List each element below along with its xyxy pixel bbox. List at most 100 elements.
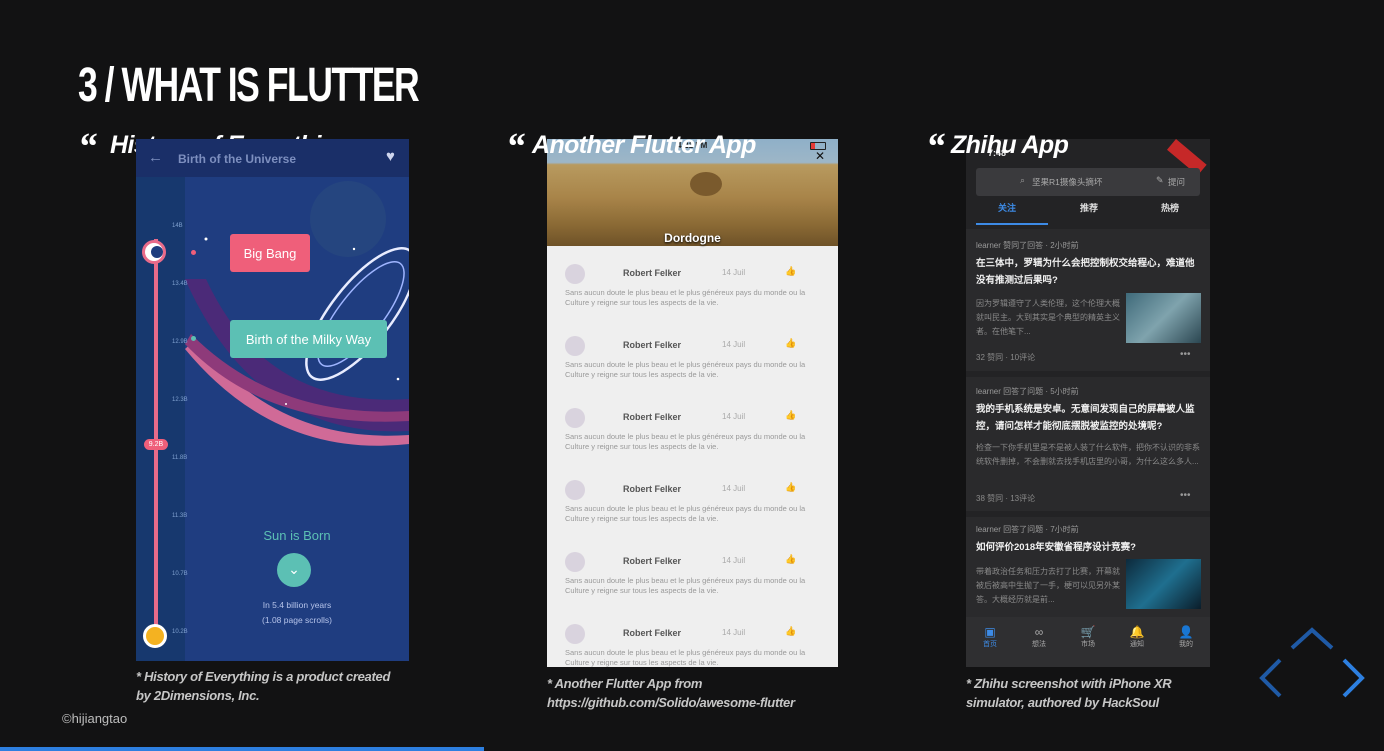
quote-mark-icon: “ <box>926 126 945 168</box>
card-stats: 32 赞同 · 10评论 <box>976 353 1036 362</box>
nav-ideas[interactable]: ∞ 想法 <box>1019 625 1059 649</box>
card-summary: 因为罗辑遵守了人类伦理，这个伦理大概就叫民主。大到其实是个典型的精英主义者。在他… <box>976 299 1120 336</box>
chevron-left-icon[interactable] <box>1259 658 1282 698</box>
card-thumbnail <box>1126 559 1201 609</box>
card-meta: learner 回答了问题 · 5小时前 <box>976 387 1079 396</box>
nav-label: 通知 <box>1130 641 1144 648</box>
tick-label: 12.3B <box>172 397 188 403</box>
card-question: 在三体中，罗辑为什么会把控制权交给程心，难道他没有推测过后果吗? <box>976 258 1195 286</box>
like-icon[interactable]: 👍 <box>785 410 796 421</box>
list-item[interactable]: Robert Felker 14 Juil 👍 Sans aucun doute… <box>547 614 838 667</box>
nav-home[interactable]: ▣ 首页 <box>970 625 1010 649</box>
nav-notifications[interactable]: 🔔 通知 <box>1117 625 1157 649</box>
post-text: Sans aucun doute le plus beau et le plus… <box>565 432 806 451</box>
feed-card[interactable]: learner 赞同了回答 · 2小时前 在三体中，罗辑为什么会把控制权交给程心… <box>966 229 1210 371</box>
more-icon[interactable]: ••• <box>1180 490 1191 501</box>
card-question: 我的手机系统是安卓。无意间发现自己的屏幕被人监控，请问怎样才能彻底摆脱被监控的处… <box>976 404 1195 432</box>
avatar <box>565 624 585 644</box>
card-thumbnail <box>1126 293 1201 343</box>
card-meta: learner 赞同了回答 · 2小时前 <box>976 241 1079 250</box>
bottom-nav: ▣ 首页 ∞ 想法 🛒 市场 🔔 通知 👤 我的 <box>966 617 1210 667</box>
post-date: 14 Juil <box>722 556 746 565</box>
presentation-progress-bar <box>0 747 484 751</box>
caption-line: simulator, authored by HackSoul <box>966 695 1159 710</box>
feed-card[interactable]: learner 回答了问题 · 7小时前 如何评价2018年安徽省程序设计竞赛?… <box>966 517 1210 617</box>
post-date: 14 Juil <box>722 484 746 493</box>
tab-follow[interactable]: 关注 <box>998 201 1016 214</box>
like-icon[interactable]: 👍 <box>785 338 796 349</box>
nav-label: 我的 <box>1179 641 1193 648</box>
tick-label: 10.2B <box>172 629 188 635</box>
caption-line: by 2Dimensions, Inc. <box>136 688 260 703</box>
card-question: 如何评价2018年安徽省程序设计竞赛? <box>976 542 1136 553</box>
event-marker <box>191 336 196 341</box>
quote-mark-icon: “ <box>78 126 97 168</box>
author-name: Robert Felker <box>623 556 682 566</box>
list-item[interactable]: Robert Felker 14 Juil 👍 Sans aucun doute… <box>547 398 838 470</box>
tab-recommend[interactable]: 推荐 <box>1080 201 1098 214</box>
pencil-icon: ✎ <box>1156 175 1164 185</box>
chevron-up-icon[interactable] <box>1290 627 1334 650</box>
event-milky-way[interactable]: Birth of the Milky Way <box>230 320 387 358</box>
ask-button[interactable]: 提问 <box>1168 176 1185 188</box>
chevron-down-icon[interactable]: ⌄ <box>277 553 311 587</box>
history-of-everything-screenshot: ← Birth of the Universe ♥ 14B 13.4B 12.9… <box>136 139 409 661</box>
person-icon: 👤 <box>1178 625 1194 639</box>
list-item[interactable]: Robert Felker 14 Juil 👍 Sans aucun doute… <box>547 254 838 326</box>
caption-another: * Another Flutter App from https://githu… <box>547 674 867 712</box>
slide-title: 3 / WHAT IS FLUTTER <box>78 59 420 112</box>
quote-mark-icon: “ <box>506 126 525 168</box>
like-icon[interactable]: 👍 <box>785 626 796 637</box>
column-heading-zhihu: Zhihu App <box>951 131 1069 159</box>
nav-label: 首页 <box>983 641 997 648</box>
avatar <box>565 336 585 356</box>
search-bar[interactable]: ⌕ 坚果R1摄像头摘坏 ✎ 提问 <box>976 168 1200 196</box>
author-name: Robert Felker <box>623 412 682 422</box>
post-text: Sans aucun doute le plus beau et le plus… <box>565 288 806 307</box>
caption-history: * History of Everything is a product cre… <box>136 667 436 705</box>
avatar <box>565 264 585 284</box>
caption-line: https://github.com/Solido/awesome-flutte… <box>547 695 795 710</box>
cart-icon: 🛒 <box>1080 625 1096 639</box>
more-icon[interactable]: ••• <box>1180 349 1191 360</box>
like-icon[interactable]: 👍 <box>785 482 796 493</box>
feed-card[interactable]: learner 回答了问题 · 5小时前 我的手机系统是安卓。无意间发现自己的屏… <box>966 377 1210 511</box>
scroll-hint-line2: (1.08 page scrolls) <box>262 615 332 625</box>
avatar <box>565 552 585 572</box>
scroll-hint-line1: In 5.4 billion years <box>262 600 332 610</box>
like-icon[interactable]: 👍 <box>785 266 796 277</box>
current-position-badge: 9.2B <box>144 439 168 450</box>
another-flutter-app-screenshot: 4:21 PM ✕ Dordogne Robert Felker 14 Juil… <box>547 139 838 667</box>
post-date: 14 Juil <box>722 412 746 421</box>
card-summary: 检查一下你手机里是不是被人装了什么软件，把你不认识的非系统软件删掉，不会删就去找… <box>976 443 1200 466</box>
slide-navigation <box>1259 627 1365 698</box>
avatar <box>565 480 585 500</box>
tick-label: 12.9B <box>172 339 188 345</box>
nav-market[interactable]: 🛒 市场 <box>1068 625 1108 649</box>
zhihu-app-screenshot: 7:48 ⌕ 坚果R1摄像头摘坏 ✎ 提问 关注 推荐 热榜 learner 赞… <box>966 139 1210 667</box>
author-name: Robert Felker <box>623 340 682 350</box>
event-marker <box>191 250 196 255</box>
search-input[interactable]: 坚果R1摄像头摘坏 <box>1032 176 1102 188</box>
tick-label: 14B <box>172 223 183 229</box>
list-item[interactable]: Robert Felker 14 Juil 👍 Sans aucun doute… <box>547 470 838 542</box>
tick-label: 13.4B <box>172 281 188 287</box>
sun-icon[interactable] <box>143 624 167 648</box>
author-name: Robert Felker <box>623 628 682 638</box>
card-meta: learner 回答了问题 · 7小时前 <box>976 525 1079 534</box>
moon-icon[interactable] <box>142 240 166 264</box>
like-icon[interactable]: 👍 <box>785 554 796 565</box>
close-icon[interactable]: ✕ <box>815 149 825 163</box>
post-text: Sans aucun doute le plus beau et le plus… <box>565 360 806 379</box>
event-big-bang[interactable]: Big Bang <box>230 234 310 272</box>
list-item[interactable]: Robert Felker 14 Juil 👍 Sans aucun doute… <box>547 326 838 398</box>
bell-icon: 🔔 <box>1129 625 1145 639</box>
card-summary: 带着政治任务和压力去打了比赛，开幕就被后被高中生抛了一手，梗可以见另外某答。大概… <box>976 567 1120 604</box>
tab-hot[interactable]: 热榜 <box>1161 201 1179 214</box>
author-name: Robert Felker <box>623 268 682 278</box>
list-item[interactable]: Robert Felker 14 Juil 👍 Sans aucun doute… <box>547 542 838 614</box>
post-date: 14 Juil <box>722 628 746 637</box>
nav-profile[interactable]: 👤 我的 <box>1166 625 1206 649</box>
tick-label: 11.8B <box>172 455 188 461</box>
chevron-right-icon[interactable] <box>1342 658 1365 698</box>
